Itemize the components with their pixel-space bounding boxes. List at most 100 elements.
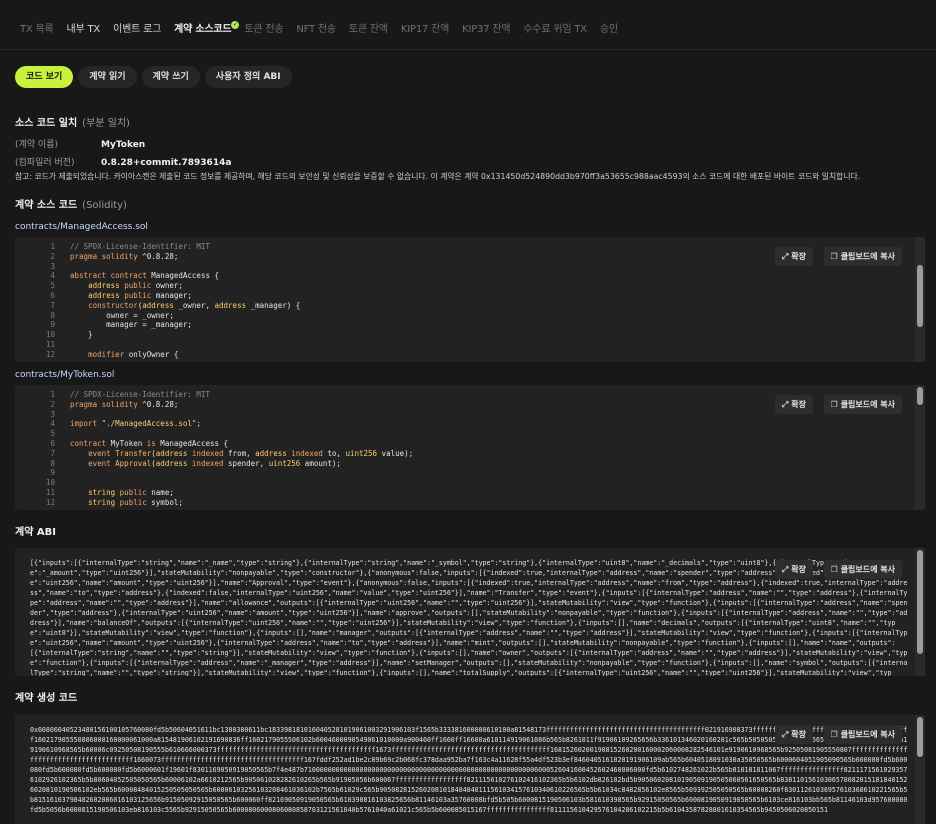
verified-check-icon: ✓ <box>231 21 240 29</box>
tab-item[interactable]: KIP17 잔액 <box>401 20 449 40</box>
code-lines: 1 // SPDX-License-Identifier: MIT 2 pragma … <box>33 390 413 508</box>
code-line: 12 modifier onlyOwner { <box>33 350 300 360</box>
code-view-tab[interactable]: 계약 쓰기 <box>141 66 200 88</box>
line-number: 10 <box>45 478 55 488</box>
divider <box>0 49 936 50</box>
line-number: 12 <box>45 497 55 507</box>
code-line: 9 manager = _manager; <box>33 320 300 330</box>
code-text: event Approval(address indexed spender, … <box>88 458 341 468</box>
copy-to-clipboard-button[interactable]: ❐ 클립보드에 복사 <box>823 247 902 266</box>
tab-bar: TX 목록 내부 TX 이벤트 로그 계약 소스코드 ✓ 토큰 전송 NFT 전송 토큰 잔액… <box>20 20 618 40</box>
code-text: constructor(address _owner, address _man… <box>88 300 301 310</box>
code-text: modifier onlyOwner { <box>88 349 179 359</box>
line-number: 9 <box>50 468 55 478</box>
code-line: 10 <box>33 478 413 488</box>
tab-item[interactable]: KIP37 잔액 <box>462 20 510 40</box>
expand-button-label: 확장 <box>791 252 806 261</box>
scrollbar-thumb[interactable] <box>917 717 923 757</box>
line-number: 3 <box>50 409 55 419</box>
code-line: 12 string public symbol; <box>33 498 413 508</box>
line-number: 7 <box>50 448 55 458</box>
code-line: 4 import "./ManagedAccess.sol"; <box>33 419 413 429</box>
tab-item[interactable]: 수수료 위임 TX <box>523 20 587 40</box>
source-match-title: 소스 코드 일치 <box>15 118 78 129</box>
line-number: 4 <box>50 271 55 281</box>
line-number: 10 <box>45 330 55 340</box>
line-number: 9 <box>50 320 55 330</box>
copy-to-clipboard-button[interactable]: ❐ 클립보드에 복사 <box>823 725 902 744</box>
copy-to-clipboard-button[interactable]: ❐ 클립보드에 복사 <box>823 395 902 414</box>
code-line: 2 pragma solidity ^0.8.28; <box>33 252 300 262</box>
source-code-viewer[interactable]: 1 // SPDX-License-Identifier: MIT 2 pragma … <box>15 237 925 362</box>
creation-code-viewer[interactable]: 0x60806040523480156100105760080fd5b50604… <box>15 715 925 824</box>
contract-abi-heading: 계약 ABI <box>15 527 56 538</box>
code-text: owner = _owner; <box>70 310 174 320</box>
code-text: // SPDX-License-Identifier: MIT <box>70 390 210 399</box>
expand-icon: ⤢ <box>781 565 789 574</box>
code-text: event Transfer(address indexed from, add… <box>88 448 414 458</box>
code-view-tab[interactable]: 코드 보기 <box>15 66 74 88</box>
code-view-switcher: 코드 보기 계약 읽기 계약 쓰기 사용자 정의 ABI <box>15 66 292 88</box>
code-text: } <box>70 330 93 340</box>
code-line: 11 <box>33 340 300 350</box>
code-text: address public owner; <box>88 281 183 291</box>
compiler-version-row: (컴파일러 버전) 0.8.28+commit.7893614a <box>15 155 231 168</box>
expand-button[interactable]: ⤢ 확장 <box>774 247 813 266</box>
tab-label: KIP17 잔액 <box>400 24 450 35</box>
copy-icon: ❐ <box>830 565 838 574</box>
code-view-tab[interactable]: 사용자 정의 ABI <box>204 66 292 88</box>
contract-source-title: 계약 소스 코드 <box>15 200 78 211</box>
tab-label: 승인 <box>599 24 618 35</box>
expand-button[interactable]: ⤢ 확장 <box>774 560 813 579</box>
expand-button-label: 확장 <box>791 730 806 739</box>
scrollbar-thumb[interactable] <box>917 387 923 405</box>
tab-item[interactable]: 이벤트 로그 <box>113 20 161 40</box>
line-number: 11 <box>45 339 55 349</box>
code-text: // SPDX-License-Identifier: MIT <box>70 242 210 251</box>
tab-label: TX 목록 <box>20 24 54 35</box>
code-line: 3 <box>33 410 413 420</box>
code-view-tab[interactable]: 계약 읽기 <box>78 66 137 88</box>
tab-label: KIP37 잔액 <box>462 24 511 35</box>
code-text: address public manager; <box>88 290 192 300</box>
tab-item[interactable]: 토큰 잔액 <box>349 20 388 40</box>
copy-icon: ❐ <box>830 400 838 409</box>
line-number: 6 <box>50 438 55 448</box>
line-number: 6 <box>50 290 55 300</box>
code-text: pragma solidity ^0.8.28; <box>70 399 179 409</box>
contract-name-label: (계약 이름) <box>15 140 59 150</box>
tab-label: 내부 TX <box>66 24 101 35</box>
contract-name-row: (계약 이름) MyToken <box>15 137 145 150</box>
code-line: 5 address public owner; <box>33 281 300 291</box>
tab-item[interactable]: 토큰 전송 <box>244 20 283 40</box>
code-lines: 1 // SPDX-License-Identifier: MIT 2 pragma … <box>33 242 300 360</box>
compiler-version-label: (컴파일러 버전) <box>15 158 75 168</box>
tab-label: 토큰 전송 <box>244 24 284 35</box>
file-name: contracts/MyToken.sol <box>15 370 115 380</box>
creation-code-heading: 계약 생성 코드 <box>15 693 78 704</box>
line-number: 2 <box>50 399 55 409</box>
copy-button-label: 클립보드에 복사 <box>840 252 895 261</box>
code-line: 8 event Approval(address indexed spender… <box>33 459 413 469</box>
tab-label: NFT 전송 <box>296 24 336 35</box>
tab-item[interactable]: NFT 전송 <box>296 20 336 40</box>
copy-to-clipboard-button[interactable]: ❐ 클립보드에 복사 <box>823 560 902 579</box>
compiler-version-value: 0.8.28+commit.7893614a <box>101 158 232 168</box>
tab-label: 수수료 위임 TX <box>523 24 587 35</box>
scrollbar-thumb[interactable] <box>917 265 923 327</box>
line-number: 4 <box>50 419 55 429</box>
tab-item[interactable]: 승인 <box>600 20 618 40</box>
tab-item[interactable]: TX 목록 <box>20 20 54 40</box>
tab-item[interactable]: 내부 TX <box>67 20 101 40</box>
abi-viewer[interactable]: [{"inputs":[{"internalType":"string","na… <box>15 548 925 676</box>
line-number: 5 <box>50 281 55 291</box>
expand-button[interactable]: ⤢ 확장 <box>774 395 813 414</box>
scrollbar-thumb[interactable] <box>917 550 923 654</box>
copy-button-label: 클립보드에 복사 <box>840 565 895 574</box>
source-code-viewer[interactable]: 1 // SPDX-License-Identifier: MIT 2 pragma … <box>15 385 925 510</box>
copy-icon: ❐ <box>830 730 838 739</box>
source-match-type: (부분 일치) <box>82 118 130 129</box>
expand-button[interactable]: ⤢ 확장 <box>774 725 813 744</box>
code-text: abstract contract ManagedAccess { <box>70 271 220 281</box>
tab-item[interactable]: 계약 소스코드 ✓ <box>174 20 240 40</box>
